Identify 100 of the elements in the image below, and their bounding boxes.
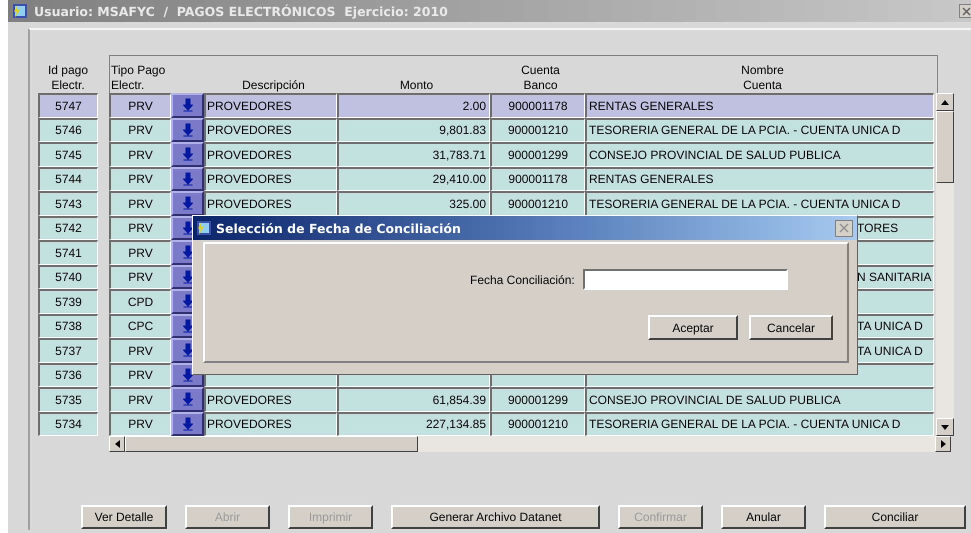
table-cell: PRV — [109, 166, 171, 191]
close-icon[interactable] — [959, 4, 971, 18]
table-cell: 5746 — [38, 118, 98, 142]
table-cell: 2.00 — [337, 93, 490, 118]
table-cell: 5735 — [38, 387, 98, 412]
down-arrow-icon — [182, 245, 192, 260]
app-icon — [12, 3, 28, 19]
table-cell: TESORERIA GENERAL DE LA PCIA. - CUENTA UNICA D — [585, 118, 934, 142]
down-arrow-icon — [182, 172, 192, 186]
right-arrow-icon[interactable] — [940, 440, 946, 448]
down-arrow-icon — [182, 294, 192, 308]
column-header: Id pago — [48, 63, 88, 78]
down-arrow-icon — [182, 318, 192, 333]
action-button[interactable]: Ver Detalle — [81, 505, 167, 529]
table-cell: 227,134.85 — [337, 412, 490, 436]
list-button[interactable] — [171, 142, 204, 166]
date-field[interactable] — [582, 269, 788, 290]
table-cell: PRV — [109, 142, 171, 166]
column-header: Monto — [400, 78, 434, 93]
down-arrow-icon — [182, 196, 192, 210]
table-cell: PRV — [109, 240, 171, 264]
action-button[interactable]: Generar Archivo Datanet — [391, 505, 600, 529]
column-header: Cuenta — [743, 78, 782, 93]
table-cell: 900001178 — [490, 166, 585, 191]
app-icon — [196, 220, 212, 236]
table-cell: PRV — [109, 387, 171, 412]
table-cell: CPC — [109, 314, 171, 338]
table-cell: CONSEJO PROVINCIAL DE SALUD PUBLICA — [585, 387, 934, 412]
table-cell: PROVEDORES — [204, 142, 337, 166]
left-arrow-icon[interactable] — [114, 440, 120, 448]
table-cell: 900001299 — [490, 142, 585, 166]
list-button[interactable] — [171, 166, 204, 191]
column-header: Electr. — [111, 78, 144, 93]
table-cell: 5737 — [38, 338, 98, 362]
table-cell: 9,801.83 — [337, 118, 490, 142]
table-cell: 5740 — [38, 264, 98, 289]
down-arrow-icon — [182, 220, 192, 235]
table-cell: PRV — [109, 118, 171, 142]
down-arrow-icon — [182, 368, 192, 382]
table-cell: PRV — [109, 93, 171, 118]
scroll-thumb[interactable] — [936, 111, 954, 183]
up-arrow-icon[interactable] — [941, 100, 949, 104]
table-cell: PROVEDORES — [204, 93, 337, 118]
table-cell: PRV — [109, 338, 171, 362]
down-arrow-icon — [182, 147, 192, 162]
dialog-button[interactable]: Cancelar — [749, 315, 833, 340]
table-cell: TESORERIA GENERAL DE LA PCIA. - CUENTA UNICA D — [585, 191, 934, 216]
table-cell: PRV — [109, 264, 171, 289]
table-cell: CONSEJO PROVINCIAL DE SALUD PUBLICA — [585, 142, 934, 166]
table-cell: PROVEDORES — [204, 412, 337, 436]
dialog-title: Selección de Fecha de Conciliación — [216, 220, 461, 236]
column-header: Nombre — [741, 63, 784, 78]
table-cell: 5747 — [38, 93, 98, 118]
table-cell: PRV — [109, 191, 171, 216]
table-cell: 5742 — [38, 216, 98, 240]
table-cell: 900001210 — [490, 191, 585, 216]
close-icon[interactable] — [835, 220, 853, 236]
column-header: Banco — [523, 78, 558, 93]
field-label: Fecha Conciliación: — [470, 272, 575, 286]
table-cell: 61,854.39 — [337, 387, 490, 412]
table-cell: PROVEDORES — [204, 191, 337, 216]
table-cell: 900001178 — [490, 93, 585, 118]
table-cell: PRV — [109, 412, 171, 436]
down-arrow-icon — [182, 98, 192, 112]
table-cell: CPD — [109, 289, 171, 314]
list-button[interactable] — [171, 191, 204, 216]
table-cell: 5743 — [38, 191, 98, 216]
down-arrow-icon — [182, 392, 192, 406]
table-cell: 900001210 — [490, 118, 585, 142]
dialog-button[interactable]: Aceptar — [648, 315, 738, 340]
table-cell: 5744 — [38, 166, 98, 191]
table-cell: PROVEDORES — [204, 387, 337, 412]
list-button[interactable] — [171, 93, 204, 118]
table-cell: RENTAS GENERALES — [585, 93, 934, 118]
window-title: Usuario: MSAFYC / PAGOS ELECTRÓNICOS Ejercicio: 2010 — [34, 4, 448, 18]
table-cell: RENTAS GENERALES — [585, 166, 934, 191]
column-header: Cuenta — [521, 63, 560, 78]
down-arrow-icon — [182, 416, 192, 431]
down-arrow-icon — [182, 122, 192, 137]
list-button[interactable] — [171, 118, 204, 142]
table-cell: 5745 — [38, 142, 98, 166]
table-cell: 29,410.00 — [337, 166, 490, 191]
table-cell: PRV — [109, 216, 171, 240]
table-cell: 900001210 — [490, 412, 585, 436]
table-cell: 5739 — [38, 289, 98, 314]
table-cell: TESORERIA GENERAL DE LA PCIA. - CUENTA UNICA D — [585, 412, 934, 436]
list-button[interactable] — [171, 387, 204, 412]
column-header: Tipo Pago — [111, 63, 166, 78]
table-cell: PRV — [109, 362, 171, 387]
table-cell: 900001299 — [490, 387, 585, 412]
table-cell: PROVEDORES — [204, 118, 337, 142]
list-button[interactable] — [171, 412, 204, 436]
column-header: Electr. — [51, 78, 85, 93]
action-button[interactable]: Anular — [721, 505, 806, 529]
table-cell: 5734 — [38, 412, 98, 436]
table-cell: 325.00 — [337, 191, 490, 216]
action-button[interactable]: Conciliar — [824, 505, 966, 529]
scroll-thumb[interactable] — [125, 436, 418, 452]
table-cell: PROVEDORES — [204, 166, 337, 191]
down-arrow-icon[interactable] — [941, 424, 949, 430]
